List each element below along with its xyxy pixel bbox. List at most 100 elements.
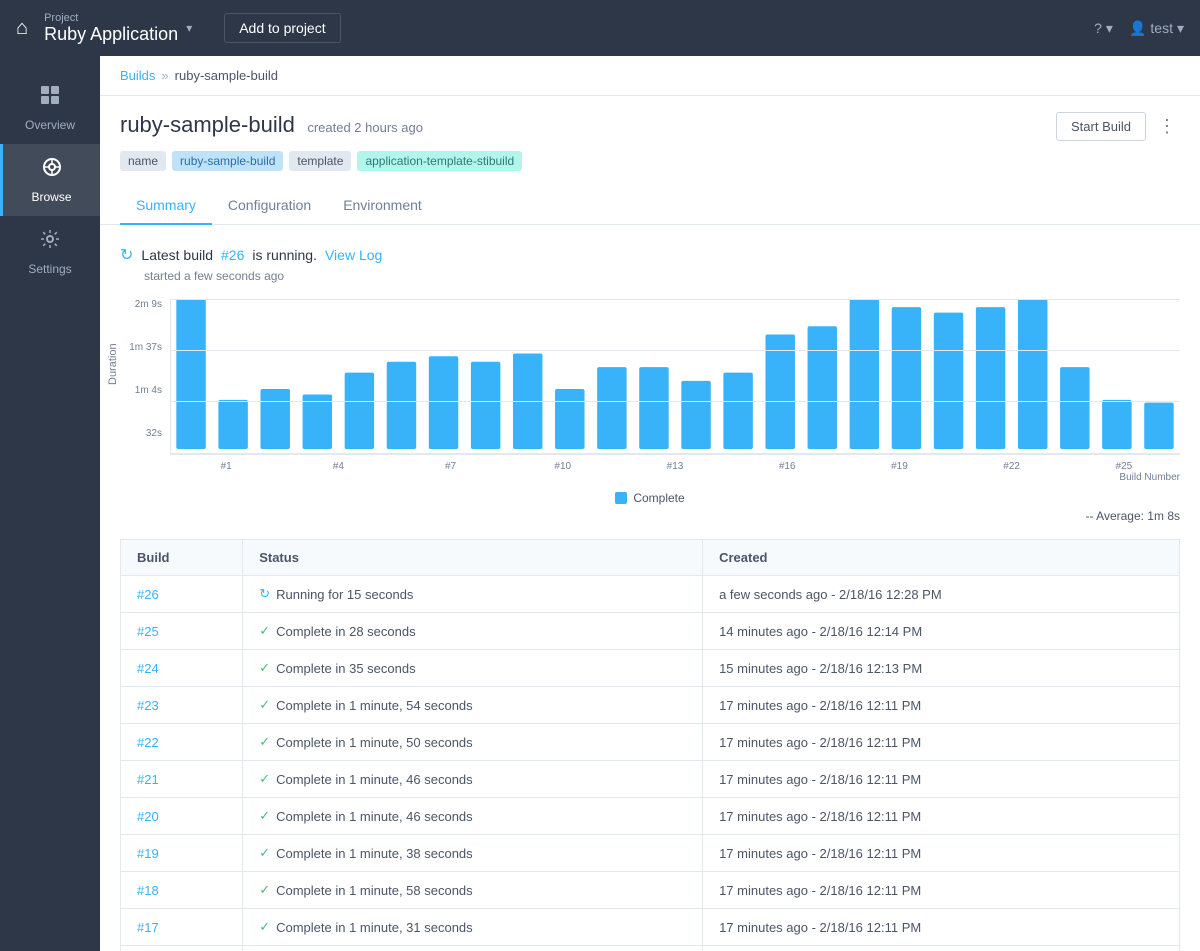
summary-section: ↻ Latest build #26 is running. View Log … (100, 225, 1200, 951)
build-created: created 2 hours ago (307, 120, 423, 135)
status-cell: ✓Complete in 1 minute, 7 seconds (243, 946, 703, 951)
created-cell: 17 minutes ago - 2/18/16 12:11 PM (703, 872, 1180, 909)
build-num-cell: #24 (121, 650, 243, 687)
status-text: Complete in 28 seconds (276, 624, 415, 639)
build-link[interactable]: #26 (137, 587, 159, 602)
build-num-cell: #21 (121, 761, 243, 798)
project-info: Project Ruby Application (44, 12, 178, 45)
build-num-cell: #22 (121, 724, 243, 761)
status-cell: ✓ Complete in 28 seconds (243, 613, 703, 650)
latest-build-text: Latest build (141, 247, 213, 263)
tab-configuration[interactable]: Configuration (212, 187, 327, 225)
x-label-13: #13 (619, 461, 731, 472)
build-actions: Start Build ⋮ (1056, 112, 1180, 141)
build-link[interactable]: #19 (137, 846, 159, 861)
status-text: Running for 15 seconds (276, 587, 413, 602)
help-icon: ? (1094, 20, 1102, 36)
table-row: #17✓Complete in 1 minute, 31 seconds17 m… (121, 909, 1180, 946)
sidebar-item-overview[interactable]: Overview (0, 72, 100, 144)
table-row: #25✓Complete in 28 seconds14 minutes ago… (121, 613, 1180, 650)
build-num-cell: #20 (121, 798, 243, 835)
col-status: Status (243, 540, 703, 576)
legend-color (615, 492, 627, 504)
build-num-cell: #18 (121, 872, 243, 909)
spinning-icon: ↻ (259, 586, 270, 602)
settings-icon (39, 228, 61, 256)
more-options-button[interactable]: ⋮ (1154, 112, 1180, 141)
build-tags: name ruby-sample-build template applicat… (100, 151, 1200, 187)
build-link[interactable]: #25 (137, 624, 159, 639)
bar-chart-svg (170, 299, 1180, 454)
tag-name-value: ruby-sample-build (172, 151, 283, 171)
user-label: test (1150, 20, 1173, 36)
created-cell: a few seconds ago - 2/18/16 12:28 PM (703, 576, 1180, 613)
breadcrumb: Builds » ruby-sample-build (100, 56, 1200, 96)
status-text: Complete in 1 minute, 54 seconds (276, 698, 473, 713)
home-icon[interactable]: ⌂ (16, 17, 28, 40)
tag-name-label: name (120, 151, 166, 171)
status-text: Complete in 1 minute, 31 seconds (276, 920, 473, 935)
status-cell: ✓Complete in 1 minute, 50 seconds (243, 724, 703, 761)
col-created: Created (703, 540, 1180, 576)
status-cell: ✓Complete in 1 minute, 31 seconds (243, 909, 703, 946)
check-icon: ✓ (259, 771, 270, 787)
status-cell: ✓ Complete in 1 minute, 54 seconds (243, 687, 703, 724)
status-cell: ↻ Running for 15 seconds (243, 576, 703, 613)
status-text: Complete in 35 seconds (276, 661, 415, 676)
x-label-22: #22 (956, 461, 1068, 472)
build-title-area: ruby-sample-build created 2 hours ago (120, 112, 423, 138)
build-num-cell: #17 (121, 909, 243, 946)
build-link[interactable]: #24 (137, 661, 159, 676)
status-cell: ✓Complete in 1 minute, 38 seconds (243, 835, 703, 872)
build-link[interactable]: #18 (137, 883, 159, 898)
build-link[interactable]: #20 (137, 809, 159, 824)
tab-summary[interactable]: Summary (120, 187, 212, 225)
chart-wrapper: 2m 9s 1m 37s 1m 4s 32s Duration (120, 299, 1180, 483)
x-label-1: #1 (170, 461, 282, 472)
table-row: #23 ✓ Complete in 1 minute, 54 seconds 17 m… (121, 687, 1180, 724)
sidebar: Overview Browse (0, 56, 100, 951)
breadcrumb-builds-link[interactable]: Builds (120, 68, 155, 83)
tag-template-value: application-template-stibuild (357, 151, 522, 171)
help-button[interactable]: ? ▾ (1094, 20, 1113, 37)
browse-icon (41, 156, 63, 184)
tab-environment[interactable]: Environment (327, 187, 438, 225)
y-label-top: 2m 9s (135, 299, 162, 310)
created-cell: 15 minutes ago - 2/18/16 12:13 PM (703, 650, 1180, 687)
breadcrumb-separator: » (161, 68, 168, 83)
created-cell: 17 minutes ago - 2/18/16 12:11 PM (703, 687, 1180, 724)
build-num-cell: #26 (121, 576, 243, 613)
table-row: #18✓Complete in 1 minute, 58 seconds17 m… (121, 872, 1180, 909)
sidebar-overview-label: Overview (25, 118, 75, 132)
created-cell: 17 minutes ago - 2/18/16 12:11 PM (703, 798, 1180, 835)
add-to-project-button[interactable]: Add to project (224, 13, 340, 43)
chart-area (170, 299, 1180, 459)
status-text: Complete in 1 minute, 38 seconds (276, 846, 473, 861)
table-row: #19 ✓Complete in 1 minute, 38 seconds17 m… (121, 835, 1180, 872)
latest-build-num[interactable]: #26 (221, 247, 244, 263)
build-link[interactable]: #23 (137, 698, 159, 713)
check-icon: ✓ (259, 623, 270, 639)
overview-icon (39, 84, 61, 112)
check-icon: ✓ (259, 660, 270, 676)
table-row: #24 ✓ Complete in 35 seconds 15 minutes ago… (121, 650, 1180, 687)
sidebar-browse-label: Browse (31, 190, 71, 204)
breadcrumb-current: ruby-sample-build (175, 68, 278, 83)
user-button[interactable]: 👤 test ▾ (1129, 20, 1184, 37)
sidebar-item-browse[interactable]: Browse (0, 144, 100, 216)
user-chevron: ▾ (1177, 20, 1184, 37)
build-link[interactable]: #21 (137, 772, 159, 787)
start-build-button[interactable]: Start Build (1056, 112, 1146, 141)
sidebar-item-settings[interactable]: Settings (0, 216, 100, 288)
build-link[interactable]: #17 (137, 920, 159, 935)
status-cell: ✓ Complete in 35 seconds (243, 650, 703, 687)
x-axis-title: Build Number (170, 472, 1180, 483)
build-link[interactable]: #22 (137, 735, 159, 750)
view-log-link[interactable]: View Log (325, 247, 382, 263)
top-nav: ⌂ Project Ruby Application ▾ Add to proj… (0, 0, 1200, 56)
top-nav-right: ? ▾ 👤 test ▾ (1094, 20, 1184, 37)
created-cell: 17 minutes ago - 2/18/16 12:11 PM (703, 835, 1180, 872)
check-icon: ✓ (259, 734, 270, 750)
project-dropdown-icon[interactable]: ▾ (186, 21, 192, 35)
check-icon: ✓ (259, 697, 270, 713)
